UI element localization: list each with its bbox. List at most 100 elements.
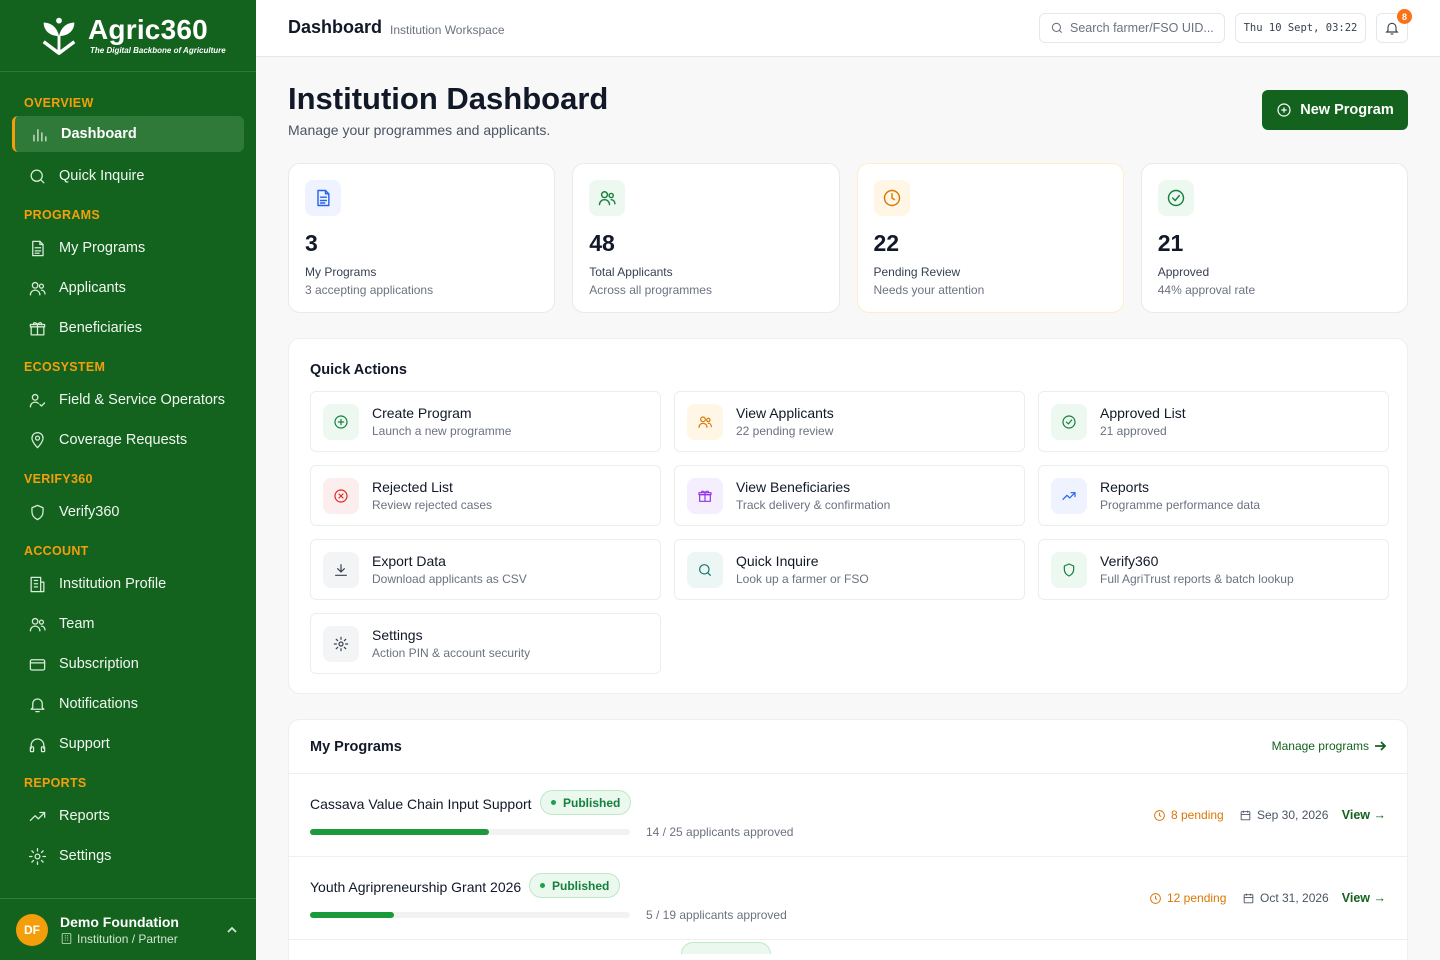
quick-action-name: Export Data [372, 553, 446, 569]
program-row[interactable]: Cassava Value Chain Input Support Publis… [289, 774, 1407, 857]
nav-section-reports: REPORTS [24, 776, 87, 790]
topbar-title: Dashboard [288, 17, 383, 37]
date-label: Oct 31, 2026 [1260, 891, 1329, 905]
building-icon [61, 933, 72, 944]
quick-action-desc: Launch a new programme [372, 424, 512, 438]
gear-icon [27, 846, 47, 866]
quick-action-name: Quick Inquire [736, 553, 819, 569]
sidebar-item-quick-inquire[interactable]: Quick Inquire [12, 156, 244, 196]
sidebar-item-subscription[interactable]: Subscription [12, 644, 244, 684]
stat-label: My Programs [305, 265, 377, 279]
notifications-button[interactable]: 8 [1376, 9, 1412, 43]
sidebar-item-team[interactable]: Team [12, 604, 244, 644]
user-role-label: Institution / Partner [77, 931, 178, 946]
quick-action-settings[interactable]: Settings Action PIN & account security [310, 613, 661, 674]
quick-action-desc: Review rejected cases [372, 498, 493, 512]
status-label: Published [563, 795, 621, 810]
sidebar: Agric360 The Digital Backbone of Agricul… [0, 0, 256, 960]
manage-programs-link[interactable]: Manage programs [1272, 739, 1386, 753]
sidebar-item-support[interactable]: Support [12, 724, 244, 764]
sidebar-item-coverage-requests[interactable]: Coverage Requests [12, 420, 244, 460]
status-label: Published [552, 878, 610, 893]
sidebar-item-applicants[interactable]: Applicants [12, 268, 244, 308]
deadline-date: Sep 30, 2026 [1239, 808, 1328, 822]
quick-action-approved-list[interactable]: Approved List 21 approved [1038, 391, 1389, 452]
nav-section-account: ACCOUNT [24, 544, 89, 558]
sidebar-item-label: Quick Inquire [59, 168, 145, 184]
quick-action-view-applicants[interactable]: View Applicants 22 pending review [674, 391, 1025, 452]
trending-up-icon [27, 806, 47, 826]
users-icon [27, 614, 47, 634]
x-circle-icon [323, 477, 359, 514]
sidebar-item-verify360[interactable]: Verify360 [12, 492, 244, 532]
sidebar-item-notifications[interactable]: Notifications [12, 684, 244, 724]
sidebar-item-label: Field & Service Operators [59, 392, 226, 408]
pending-label: 12 pending [1167, 891, 1227, 905]
sidebar-item-dashboard[interactable]: Dashboard [12, 116, 244, 152]
sidebar-item-label: Dashboard [61, 126, 137, 142]
sidebar-item-label: Applicants [59, 280, 126, 296]
stat-card-my-programs[interactable]: 3 My Programs 3 accepting applications [288, 163, 556, 313]
quick-action-export-data[interactable]: Export Data Download applicants as CSV [310, 539, 661, 600]
brand-name: Agric360 [88, 14, 208, 45]
quick-action-create-program[interactable]: Create Program Launch a new programme [310, 391, 661, 452]
sidebar-item-beneficiaries[interactable]: Beneficiaries [12, 308, 244, 348]
stat-value: 21 [1157, 230, 1184, 256]
topbar-subtitle: Institution Workspace [390, 23, 505, 37]
stat-card-approved[interactable]: 21 Approved 44% approval rate [1140, 163, 1408, 313]
program-name[interactable]: Cassava Value Chain Input Support [310, 796, 532, 812]
sidebar-item-reports[interactable]: Reports [12, 796, 244, 836]
stat-label: Pending Review [873, 265, 961, 279]
new-program-button[interactable]: New Program [1262, 90, 1408, 130]
user-name: Demo Foundation [60, 913, 179, 930]
approval-progress-fill [310, 912, 395, 918]
search-input[interactable] [1070, 21, 1220, 35]
program-name[interactable]: Youth Agripreneurship Grant 2026 [310, 879, 521, 895]
deadline-date: Oct 31, 2026 [1242, 891, 1329, 905]
view-program-link[interactable]: View → [1342, 808, 1386, 822]
user-menu[interactable]: DF Demo Foundation Institution / Partner [0, 898, 256, 960]
quick-action-view-beneficiaries[interactable]: View Beneficiaries Track delivery & conf… [674, 465, 1025, 526]
brand-logo[interactable]: Agric360 The Digital Backbone of Agricul… [0, 0, 256, 72]
sidebar-item-label: My Programs [59, 240, 146, 256]
users-icon [27, 278, 47, 298]
nav-section-ecosystem: ECOSYSTEM [24, 360, 106, 374]
chevron-up-icon[interactable] [226, 923, 238, 935]
date-label: Sep 30, 2026 [1257, 808, 1329, 822]
sidebar-item-label: Institution Profile [59, 576, 167, 592]
quick-action-name: Approved List [1100, 405, 1186, 421]
search-box[interactable] [1039, 13, 1225, 43]
stat-note: 3 accepting applications [305, 283, 434, 297]
pending-label: 8 pending [1171, 808, 1224, 822]
view-program-link[interactable]: View → [1342, 891, 1386, 905]
quick-action-name: Create Program [372, 405, 472, 421]
download-icon [323, 551, 359, 588]
check-circle-icon [1051, 403, 1087, 440]
arrow-right-icon [1375, 741, 1386, 751]
quick-action-reports[interactable]: Reports Programme performance data [1038, 465, 1389, 526]
stat-card-total-applicants[interactable]: 48 Total Applicants Across all programme… [572, 163, 840, 313]
quick-action-rejected-list[interactable]: Rejected List Review rejected cases [310, 465, 661, 526]
quick-action-desc: Full AgriTrust reports & batch lookup [1100, 572, 1294, 586]
stat-card-pending-review[interactable]: 22 Pending Review Needs your attention [856, 163, 1124, 313]
pending-count: 8 pending [1153, 808, 1224, 822]
sidebar-item-institution-profile[interactable]: Institution Profile [12, 564, 244, 604]
gift-icon [27, 318, 47, 338]
sidebar-item-my-programs[interactable]: My Programs [12, 228, 244, 268]
page-subtitle: Manage your programmes and applicants. [288, 122, 551, 138]
page-title: Institution Dashboard [288, 81, 609, 116]
quick-action-quick-inquire[interactable]: Quick Inquire Look up a farmer or FSO [674, 539, 1025, 600]
plus-circle-icon [1277, 103, 1291, 117]
stat-note: 44% approval rate [1157, 283, 1256, 297]
notification-badge: 8 [1397, 9, 1412, 24]
quick-action-verify360[interactable]: Verify360 Full AgriTrust reports & batch… [1038, 539, 1389, 600]
pending-count: 12 pending [1149, 891, 1226, 905]
clock-icon [1154, 809, 1165, 821]
quick-action-name: View Applicants [736, 405, 834, 421]
sidebar-item-field-and-service-operators[interactable]: Field & Service Operators [12, 380, 244, 420]
stat-label: Total Applicants [589, 265, 673, 279]
program-row[interactable]: Youth Agripreneurship Grant 2026 Publish… [289, 857, 1407, 940]
sidebar-item-settings[interactable]: Settings [12, 836, 244, 876]
leaf-logo-icon [42, 17, 76, 55]
search-icon [27, 166, 47, 186]
